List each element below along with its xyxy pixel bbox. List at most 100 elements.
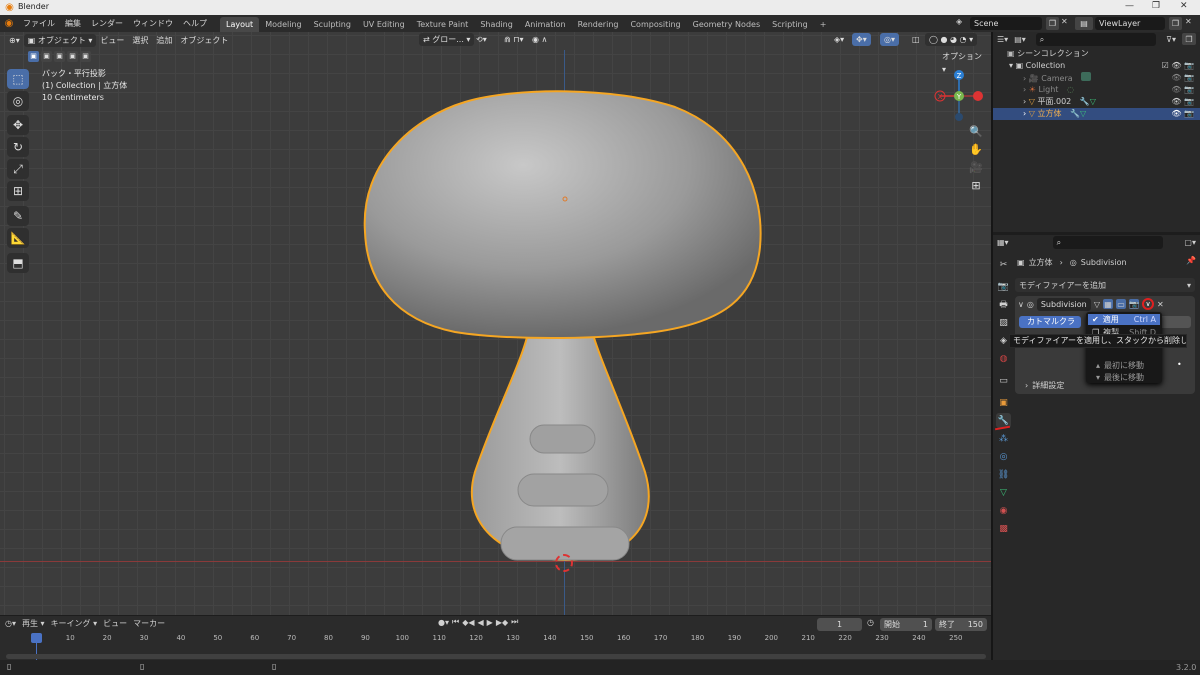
select-invert-icon[interactable]: ▣ bbox=[67, 50, 78, 62]
tab-animation[interactable]: Animation bbox=[519, 17, 572, 32]
xray-icon[interactable]: ◫ bbox=[908, 33, 924, 46]
transform-tool-icon[interactable]: ⊞ bbox=[7, 181, 29, 201]
tab-geometry-nodes[interactable]: Geometry Nodes bbox=[687, 17, 766, 32]
object-tab-icon[interactable]: ▣ bbox=[996, 395, 1011, 410]
new-scene-icon[interactable]: ❐ bbox=[1046, 17, 1059, 30]
pin-icon[interactable]: 📌 bbox=[1186, 256, 1196, 265]
constraints-tab-icon[interactable]: ⛓ bbox=[996, 467, 1011, 482]
remove-modifier-icon[interactable]: ✕ bbox=[1157, 300, 1164, 309]
scale-tool-icon[interactable]: ⤢ bbox=[7, 159, 29, 179]
render-tab-icon[interactable]: 📷 bbox=[996, 279, 1011, 294]
cursor-tool-icon[interactable]: ◎ bbox=[7, 91, 29, 111]
outliner-camera[interactable]: › 🎥 Camera 👁 📷 bbox=[993, 72, 1200, 84]
zoom-icon[interactable]: 🔍 bbox=[967, 122, 985, 140]
transform-orientation-select[interactable]: ⇄ グロー... ▾ bbox=[419, 33, 475, 46]
render-toggle-icon[interactable]: 📷 bbox=[1129, 299, 1139, 309]
select-new-icon[interactable]: ▣ bbox=[28, 50, 39, 62]
perspective-toggle-icon[interactable]: ⊞ bbox=[967, 176, 985, 194]
menu-file[interactable]: ファイル bbox=[18, 15, 60, 32]
add-cube-tool-icon[interactable]: ⬒ bbox=[7, 253, 29, 273]
data-tab-icon[interactable]: ▽ bbox=[996, 485, 1011, 500]
outliner-light[interactable]: › ☀ Light ◌ 👁 📷 bbox=[993, 84, 1200, 96]
keying-menu[interactable]: キーイング ▾ bbox=[51, 618, 98, 629]
cage-toggle-icon[interactable]: ▦ bbox=[1103, 299, 1113, 309]
modifier-dropdown-icon[interactable]: ∨ bbox=[1142, 298, 1154, 310]
camera-view-icon[interactable]: 🎥 bbox=[967, 158, 985, 176]
delete-scene-icon[interactable]: ✕ bbox=[1061, 17, 1068, 26]
playhead[interactable] bbox=[31, 633, 42, 643]
outliner-search-input[interactable]: ⌕ bbox=[1035, 32, 1156, 46]
playback-menu[interactable]: 再生 ▾ bbox=[22, 618, 45, 629]
select-intersect-icon[interactable]: ▣ bbox=[80, 50, 91, 62]
material-tab-icon[interactable]: ◉ bbox=[996, 503, 1011, 518]
gizmo-toggle-icon[interactable]: ✥▾ bbox=[852, 33, 871, 46]
3d-viewport[interactable]: ⊕▾ ▣ オブジェクト ▾ ビュー 選択 追加 オブジェクト ⇄ グロー... … bbox=[0, 32, 991, 615]
add-modifier-button[interactable]: モディファイアーを追加 ▾ bbox=[1015, 278, 1195, 292]
timeline-scrollbar[interactable] bbox=[6, 654, 986, 659]
properties-search-input[interactable]: ⌕ bbox=[1052, 235, 1163, 249]
shading-modes[interactable]: ◯ ● ◕ ◔ ▾ bbox=[925, 33, 978, 46]
viewport-toggle-icon[interactable]: ▭ bbox=[1116, 299, 1126, 309]
next-keyframe-icon[interactable]: ▶◆ bbox=[496, 618, 508, 627]
particles-tab-icon[interactable]: ⁂ bbox=[996, 431, 1011, 446]
tab-layout[interactable]: Layout bbox=[220, 16, 260, 32]
outliner-collection[interactable]: ▾ ▣ Collection ☑ 👁 📷 bbox=[993, 60, 1200, 72]
texture-tab-icon[interactable]: ▩ bbox=[996, 521, 1011, 536]
blender-menu-icon[interactable]: ◉ bbox=[0, 18, 18, 29]
light-visibility-icons[interactable]: 👁 📷 bbox=[1171, 84, 1194, 96]
menu-window[interactable]: ウィンドウ bbox=[128, 15, 178, 32]
tab-modeling[interactable]: Modeling bbox=[259, 17, 307, 32]
clock-icon[interactable]: ◷ bbox=[867, 618, 874, 627]
outliner-cube[interactable]: › ▽ 立方体 🔧▽ 👁 📷 bbox=[993, 108, 1200, 120]
measure-tool-icon[interactable]: 📐 bbox=[7, 228, 29, 248]
mode-select[interactable]: ▣ オブジェクト ▾ bbox=[23, 33, 97, 47]
play-reverse-icon[interactable]: ◀ bbox=[478, 618, 484, 627]
play-icon[interactable]: ▶ bbox=[487, 618, 493, 627]
tool-tab-icon[interactable]: ✂ bbox=[996, 257, 1011, 272]
navigation-gizmo[interactable]: Z X Y bbox=[930, 70, 988, 128]
viewlayer-icon[interactable]: ▤ bbox=[1075, 17, 1093, 30]
plane-visibility-icons[interactable]: 👁 📷 bbox=[1171, 96, 1194, 108]
menu-select[interactable]: 選択 bbox=[128, 34, 152, 47]
visibility-icon[interactable]: ◈▾ bbox=[830, 33, 848, 46]
world-tab-icon[interactable]: ◍ bbox=[996, 351, 1011, 366]
move-first-menu-item[interactable]: ▴ 最初に移動 bbox=[1088, 360, 1160, 371]
snap-icon[interactable]: ⋒ ⊓▾ bbox=[500, 33, 528, 46]
menu-help[interactable]: ヘルプ bbox=[178, 15, 212, 32]
pivot-icon[interactable]: ⟲▾ bbox=[472, 33, 491, 46]
add-workspace-button[interactable]: + bbox=[814, 17, 833, 32]
timeline-view-menu[interactable]: ビュー bbox=[103, 618, 127, 629]
outliner-display-icon[interactable]: ▤▾ bbox=[1014, 35, 1026, 44]
tab-uv-editing[interactable]: UV Editing bbox=[357, 17, 411, 32]
frame-ruler[interactable]: 1102030405060708090100110120130140150160… bbox=[0, 632, 991, 644]
outliner-plane[interactable]: › ▽ 平面.002 🔧▽ 👁 📷 bbox=[993, 96, 1200, 108]
catmull-clark-button[interactable]: カトマルクラー bbox=[1019, 316, 1081, 328]
move-last-menu-item[interactable]: ▾ 最後に移動 bbox=[1088, 372, 1160, 383]
outliner-scene-collection[interactable]: ▣ シーンコレクション bbox=[993, 48, 1200, 60]
delete-viewlayer-icon[interactable]: ✕ bbox=[1185, 17, 1192, 26]
annotate-tool-icon[interactable]: ✎ bbox=[7, 206, 29, 226]
select-subtract-icon[interactable]: ▣ bbox=[54, 50, 65, 62]
advanced-section[interactable]: › 詳細設定 bbox=[1025, 380, 1064, 391]
prev-keyframe-icon[interactable]: ◆◀ bbox=[462, 618, 474, 627]
collection-tab-icon[interactable]: ▭ bbox=[996, 373, 1011, 388]
menu-view[interactable]: ビュー bbox=[96, 34, 128, 47]
timeline-editor-icon[interactable]: ◷▾ bbox=[5, 619, 16, 628]
jump-end-icon[interactable]: ⏭ bbox=[511, 617, 518, 627]
minimize-icon[interactable]: — bbox=[1125, 1, 1134, 11]
close-window-icon[interactable]: ✕ bbox=[1180, 1, 1188, 11]
tab-rendering[interactable]: Rendering bbox=[572, 17, 625, 32]
jump-start-icon[interactable]: ⏮ bbox=[452, 617, 459, 627]
tab-shading[interactable]: Shading bbox=[474, 17, 519, 32]
select-extend-icon[interactable]: ▣ bbox=[41, 50, 52, 62]
properties-editor-icon[interactable]: ▦▾ bbox=[997, 238, 1009, 247]
physics-tab-icon[interactable]: ◎ bbox=[996, 449, 1011, 464]
modifier-name-field[interactable]: Subdivision bbox=[1036, 297, 1091, 311]
proportional-edit-icon[interactable]: ◉ ∧ bbox=[528, 33, 551, 46]
current-frame-field[interactable]: 1 bbox=[817, 618, 862, 631]
outliner-editor-icon[interactable]: ☰▾ bbox=[997, 35, 1008, 44]
editor-type-icon[interactable]: ⊕▾ bbox=[5, 34, 24, 47]
menu-object[interactable]: オブジェクト bbox=[176, 34, 232, 47]
apply-menu-item[interactable]: ✔ 適用 Ctrl A bbox=[1088, 314, 1160, 325]
new-collection-icon[interactable]: ❐ bbox=[1182, 33, 1196, 45]
